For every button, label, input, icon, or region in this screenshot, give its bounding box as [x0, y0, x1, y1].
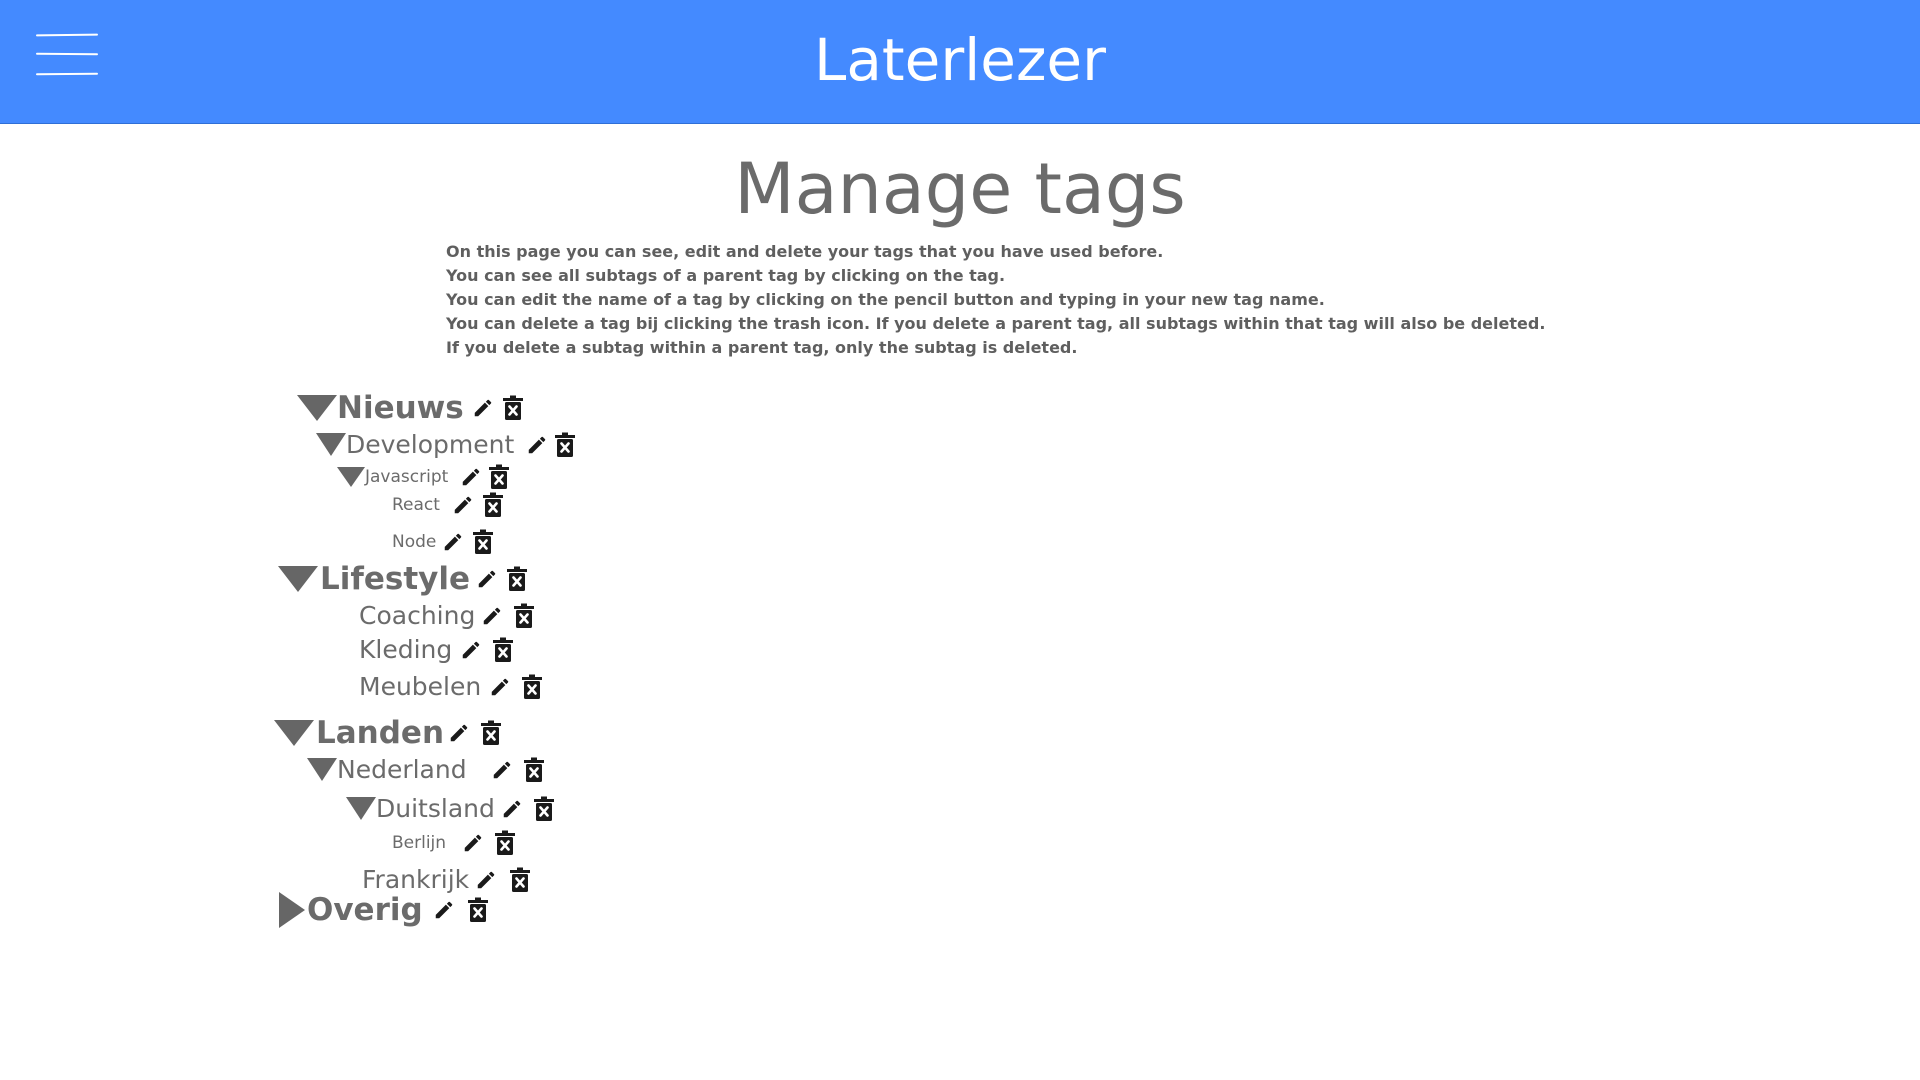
pencil-icon[interactable]: [472, 397, 494, 419]
trash-icon[interactable]: [506, 566, 528, 592]
tag-row-javascript: Javascript: [337, 464, 510, 490]
pencil-icon[interactable]: [462, 832, 484, 854]
trash-icon[interactable]: [492, 637, 514, 663]
pencil-icon[interactable]: [442, 531, 464, 553]
trash-icon[interactable]: [533, 796, 555, 822]
triangle-down-icon[interactable]: [278, 566, 318, 592]
tag-label[interactable]: Meubelen: [359, 672, 481, 701]
trash-icon[interactable]: [513, 603, 535, 629]
app-title: Laterlezer: [814, 26, 1106, 94]
triangle-right-icon[interactable]: [279, 892, 305, 928]
tag-label[interactable]: Development: [346, 430, 514, 459]
tag-label[interactable]: Lifestyle: [320, 561, 470, 597]
tag-row-nieuws: Nieuws: [297, 390, 524, 426]
tag-row-overig: Overig: [279, 892, 489, 928]
intro-line: You can delete a tag bij clicking the tr…: [446, 314, 1546, 333]
trash-icon[interactable]: [482, 492, 504, 518]
pencil-icon[interactable]: [526, 434, 548, 456]
tag-row-frankrijk: Frankrijk: [362, 865, 531, 894]
trash-icon[interactable]: [509, 867, 531, 893]
pencil-icon[interactable]: [460, 466, 482, 488]
tag-row-kleding: Kleding: [359, 635, 514, 664]
tag-label[interactable]: Duitsland: [376, 794, 495, 823]
tag-label[interactable]: Node: [392, 532, 436, 552]
tag-label[interactable]: Coaching: [359, 601, 475, 630]
tag-label[interactable]: Landen: [316, 715, 444, 751]
intro-line: You can see all subtags of a parent tag …: [446, 266, 1006, 285]
trash-icon[interactable]: [502, 395, 524, 421]
tag-label[interactable]: Nederland: [337, 755, 467, 784]
pencil-icon[interactable]: [491, 759, 513, 781]
pencil-icon[interactable]: [452, 494, 474, 516]
tag-label[interactable]: Javascript: [365, 467, 448, 487]
tag-label[interactable]: Berlijn: [392, 833, 446, 853]
tag-row-nederland: Nederland: [307, 755, 545, 784]
tag-row-coaching: Coaching: [359, 601, 535, 630]
tag-row-react: React: [392, 492, 504, 518]
intro-line: You can edit the name of a tag by clicki…: [446, 290, 1325, 309]
trash-icon[interactable]: [488, 464, 510, 490]
pencil-icon[interactable]: [448, 722, 470, 744]
pencil-icon[interactable]: [489, 676, 511, 698]
trash-icon[interactable]: [480, 720, 502, 746]
pencil-icon[interactable]: [476, 568, 498, 590]
triangle-down-icon[interactable]: [337, 467, 365, 487]
tag-row-node: Node: [392, 529, 494, 555]
tag-row-lifestyle: Lifestyle: [278, 561, 528, 597]
intro-line: On this page you can see, edit and delet…: [446, 242, 1164, 261]
triangle-down-icon[interactable]: [307, 758, 337, 781]
triangle-down-icon[interactable]: [316, 433, 346, 456]
tag-label[interactable]: Kleding: [359, 635, 452, 664]
tag-label[interactable]: React: [392, 495, 440, 515]
trash-icon[interactable]: [472, 529, 494, 555]
pencil-icon[interactable]: [501, 798, 523, 820]
page-title: Manage tags: [734, 148, 1186, 230]
pencil-icon[interactable]: [475, 869, 497, 891]
pencil-icon[interactable]: [460, 639, 482, 661]
tag-row-development: Development: [316, 430, 576, 459]
trash-icon[interactable]: [467, 897, 489, 923]
triangle-down-icon[interactable]: [346, 797, 376, 820]
triangle-down-icon[interactable]: [274, 720, 314, 746]
tag-label[interactable]: Overig: [307, 892, 423, 928]
tag-label[interactable]: Nieuws: [337, 390, 464, 426]
tag-row-meubelen: Meubelen: [359, 672, 543, 701]
tag-row-duitsland: Duitsland: [346, 794, 555, 823]
tag-row-berlijn: Berlijn: [392, 830, 516, 856]
trash-icon[interactable]: [554, 432, 576, 458]
trash-icon[interactable]: [521, 674, 543, 700]
triangle-down-icon[interactable]: [297, 395, 337, 421]
tag-label[interactable]: Frankrijk: [362, 865, 469, 894]
intro-line: If you delete a subtag within a parent t…: [446, 338, 1078, 357]
trash-icon[interactable]: [494, 830, 516, 856]
app-header: Laterlezer: [0, 0, 1920, 124]
pencil-icon[interactable]: [481, 605, 503, 627]
pencil-icon[interactable]: [433, 899, 455, 921]
trash-icon[interactable]: [523, 757, 545, 783]
tag-row-landen: Landen: [274, 715, 502, 751]
intro-text: On this page you can see, edit and delet…: [446, 240, 1546, 360]
